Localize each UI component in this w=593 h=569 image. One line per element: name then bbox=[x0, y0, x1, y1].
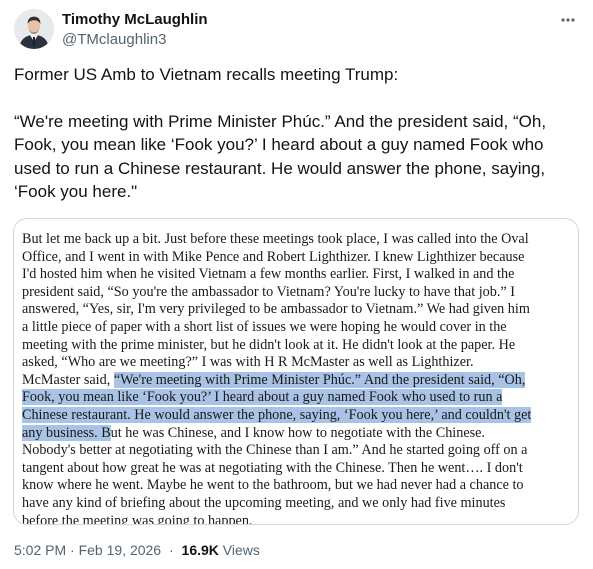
document-text: before the meeting was going to happen. bbox=[22, 512, 253, 525]
views-label: Views bbox=[222, 542, 260, 558]
document-line: answered, “Yes, sir, I'm very privileged… bbox=[22, 301, 572, 319]
document-excerpt: But let me back up a bit. Just before th… bbox=[22, 231, 572, 525]
document-line: know where he went. Maybe he went to the… bbox=[22, 477, 572, 495]
document-line: Office, and I went in with Mike Pence an… bbox=[22, 249, 572, 267]
document-text: Nobody's better at negotiating with the … bbox=[22, 442, 528, 459]
avatar-photo bbox=[14, 9, 54, 49]
document-line: Fook, you mean like ‘Fook you?’ I heard … bbox=[22, 389, 572, 407]
document-text: But let me back up a bit. Just before th… bbox=[22, 231, 529, 247]
document-line: president said, “So you're the ambassado… bbox=[22, 284, 572, 302]
highlighted-text: “We're meeting with Prime Minister Phúc.… bbox=[113, 371, 526, 388]
document-text: a little piece of paper with a short lis… bbox=[22, 318, 507, 335]
document-text: I'd hosted him when he visited Vietnam a… bbox=[22, 266, 515, 283]
document-line: asked, “Who are we meeting?” I was with … bbox=[22, 354, 572, 372]
meta-separator: · bbox=[168, 542, 174, 558]
tweet-card: Timothy McLaughlin @TMclaughlin3 Former … bbox=[0, 0, 593, 569]
highlighted-text: any business. B bbox=[22, 424, 111, 441]
document-line: I'd hosted him when he visited Vietnam a… bbox=[22, 266, 572, 284]
more-options-button[interactable] bbox=[556, 10, 580, 30]
document-text: president said, “So you're the ambassado… bbox=[22, 283, 515, 300]
tweet-text-line: ‘Fook you here." bbox=[14, 182, 138, 201]
tweet-text-line: used to run a Chinese restaurant. He wou… bbox=[14, 158, 546, 178]
document-line: a little piece of paper with a short lis… bbox=[22, 319, 572, 337]
highlighted-text: Fook, you mean like ‘Fook you?’ I heard … bbox=[22, 389, 503, 406]
document-line: meeting with the prime minister, but he … bbox=[22, 337, 572, 355]
highlighted-text: Chinese restaurant. He would answer the … bbox=[22, 406, 532, 423]
document-text: Office, and I went in with Mike Pence an… bbox=[22, 248, 525, 265]
tweet-meta: 5:02 PM · Feb 19, 2026 · 16.9K Views bbox=[14, 541, 260, 559]
timestamp-link[interactable]: 5:02 PM · Feb 19, 2026 bbox=[14, 542, 161, 558]
document-text: have any kind of briefing about the upco… bbox=[22, 494, 506, 511]
author-display-name[interactable]: Timothy McLaughlin bbox=[62, 11, 208, 29]
tweet-text: Former US Amb to Vietnam recalls meeting… bbox=[14, 63, 584, 204]
tweet-text-line: Former US Amb to Vietnam recalls meeting… bbox=[14, 65, 399, 84]
document-line: Chinese restaurant. He would answer the … bbox=[22, 406, 572, 425]
document-text: tangent about how great he was at negoti… bbox=[22, 459, 523, 476]
document-line: McMaster said, “We're meeting with Prime… bbox=[22, 371, 572, 390]
document-line: any business. But he was Chinese, and I … bbox=[22, 424, 572, 443]
document-line: before the meeting was going to happen. bbox=[22, 512, 572, 525]
document-line: Nobody's better at negotiating with the … bbox=[22, 442, 572, 460]
tweet-text-line: Fook, you mean like ‘Fook you?’ I heard … bbox=[14, 135, 544, 154]
tweet-text-line bbox=[14, 87, 584, 110]
document-text: McMaster said, bbox=[22, 371, 114, 388]
document-line: But let me back up a bit. Just before th… bbox=[22, 231, 572, 249]
views-count[interactable]: 16.9K bbox=[182, 542, 219, 558]
document-line: have any kind of briefing about the upco… bbox=[22, 495, 572, 513]
document-text: asked, “Who are we meeting?” I was with … bbox=[22, 354, 474, 371]
document-text: meeting with the prime minister, but he … bbox=[22, 336, 516, 353]
document-text: know where he went. Maybe he went to the… bbox=[22, 477, 524, 494]
attached-image[interactable]: But let me back up a bit. Just before th… bbox=[13, 218, 579, 525]
author-handle[interactable]: @TMclaughlin3 bbox=[62, 31, 166, 49]
avatar[interactable] bbox=[14, 9, 54, 49]
document-text: answered, “Yes, sir, I'm very privileged… bbox=[22, 301, 530, 318]
more-horizontal-icon bbox=[561, 18, 575, 22]
tweet-text-line: “We're meeting with Prime Minister Phúc.… bbox=[14, 111, 547, 131]
document-text: ut he was Chinese, and I know how to neg… bbox=[110, 424, 485, 441]
document-line: tangent about how great he was at negoti… bbox=[22, 460, 572, 478]
